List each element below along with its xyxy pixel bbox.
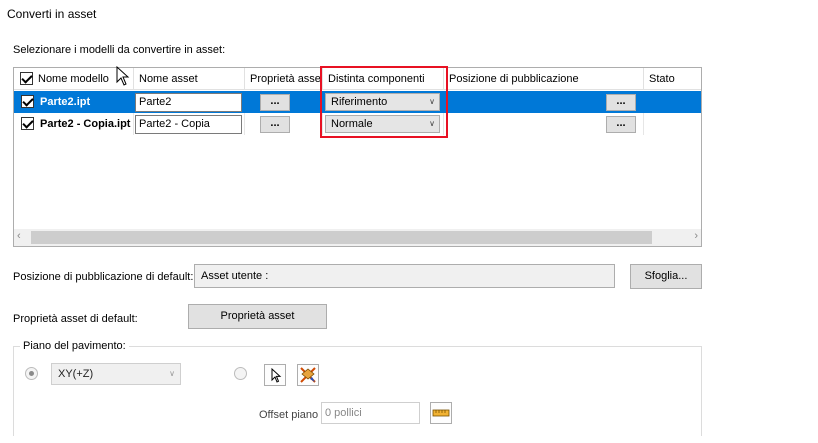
plane-value: XY(+Z) bbox=[58, 368, 94, 380]
custom-plane-radio[interactable] bbox=[234, 367, 247, 380]
publish-location-field: Asset utente : bbox=[194, 264, 615, 288]
column-header-status[interactable]: Stato bbox=[644, 68, 701, 90]
column-label-model: Nome modello bbox=[38, 73, 109, 85]
row-checkbox[interactable] bbox=[21, 95, 34, 108]
model-cell[interactable]: Parte2 - Copia.ipt bbox=[14, 113, 134, 135]
default-properties-label: Proprietà asset di default: bbox=[13, 313, 138, 325]
offset-plane-label: Offset piano bbox=[259, 409, 319, 421]
mouse-pointer-icon bbox=[116, 66, 130, 86]
column-header-properties[interactable]: Proprietà asset bbox=[245, 68, 323, 90]
scroll-left-arrow[interactable]: ‹ bbox=[17, 230, 21, 242]
properties-browse-button[interactable]: ... bbox=[260, 94, 290, 111]
column-header-location[interactable]: Posizione di pubblicazione bbox=[444, 68, 644, 90]
offset-input[interactable]: 0 pollici bbox=[321, 402, 420, 424]
cursor-select-icon bbox=[271, 367, 282, 383]
asset-name-input[interactable]: Parte2 - Copia bbox=[135, 115, 242, 134]
select-all-checkbox[interactable] bbox=[20, 72, 33, 85]
dialog-title: Converti in asset bbox=[7, 7, 97, 21]
highlight-box bbox=[320, 66, 448, 138]
browse-button[interactable]: Sfoglia... bbox=[630, 264, 702, 289]
instruction-text: Selezionare i modelli da convertire in a… bbox=[13, 44, 226, 56]
asset-cell[interactable]: Parte2 bbox=[134, 91, 245, 113]
location-browse-button[interactable]: ... bbox=[606, 116, 636, 133]
model-name: Parte2 - Copia.ipt bbox=[40, 118, 131, 130]
measure-button[interactable] bbox=[430, 402, 452, 424]
column-label-properties: Proprietà asset bbox=[250, 73, 323, 85]
chevron-down-icon: ∨ bbox=[169, 369, 175, 378]
scrollbar-thumb[interactable] bbox=[31, 231, 652, 244]
model-name: Parte2.ipt bbox=[40, 96, 91, 108]
row-checkbox[interactable] bbox=[21, 117, 34, 130]
measure-icon bbox=[432, 409, 450, 417]
column-label-location: Posizione di pubblicazione bbox=[449, 73, 579, 85]
properties-cell[interactable]: ... bbox=[245, 91, 323, 113]
asset-properties-button[interactable]: Proprietà asset bbox=[188, 304, 327, 329]
select-plane-button[interactable] bbox=[264, 364, 286, 386]
plane-radio[interactable] bbox=[25, 367, 38, 380]
horizontal-scrollbar[interactable]: ‹ › bbox=[14, 229, 701, 246]
plane-dropdown[interactable]: XY(+Z) ∨ bbox=[51, 363, 181, 385]
column-header-asset[interactable]: Nome asset bbox=[134, 68, 245, 90]
column-label-status: Stato bbox=[649, 73, 675, 85]
scroll-right-arrow[interactable]: › bbox=[694, 230, 698, 242]
column-label-asset: Nome asset bbox=[139, 73, 198, 85]
status-cell bbox=[644, 91, 701, 113]
floor-plane-label: Piano del pavimento: bbox=[20, 340, 129, 352]
location-cell[interactable]: ... bbox=[444, 91, 644, 113]
status-cell bbox=[644, 113, 701, 135]
properties-browse-button[interactable]: ... bbox=[260, 116, 290, 133]
publish-location-label: Posizione di pubblicazione di default: bbox=[13, 271, 194, 283]
model-cell[interactable]: Parte2.ipt bbox=[14, 91, 134, 113]
properties-cell[interactable]: ... bbox=[245, 113, 323, 135]
asset-cell[interactable]: Parte2 - Copia bbox=[134, 113, 245, 135]
flip-plane-button[interactable] bbox=[297, 364, 319, 386]
asset-name-input[interactable]: Parte2 bbox=[135, 93, 242, 112]
location-browse-button[interactable]: ... bbox=[606, 94, 636, 111]
flip-icon bbox=[300, 367, 316, 383]
location-cell[interactable]: ... bbox=[444, 113, 644, 135]
